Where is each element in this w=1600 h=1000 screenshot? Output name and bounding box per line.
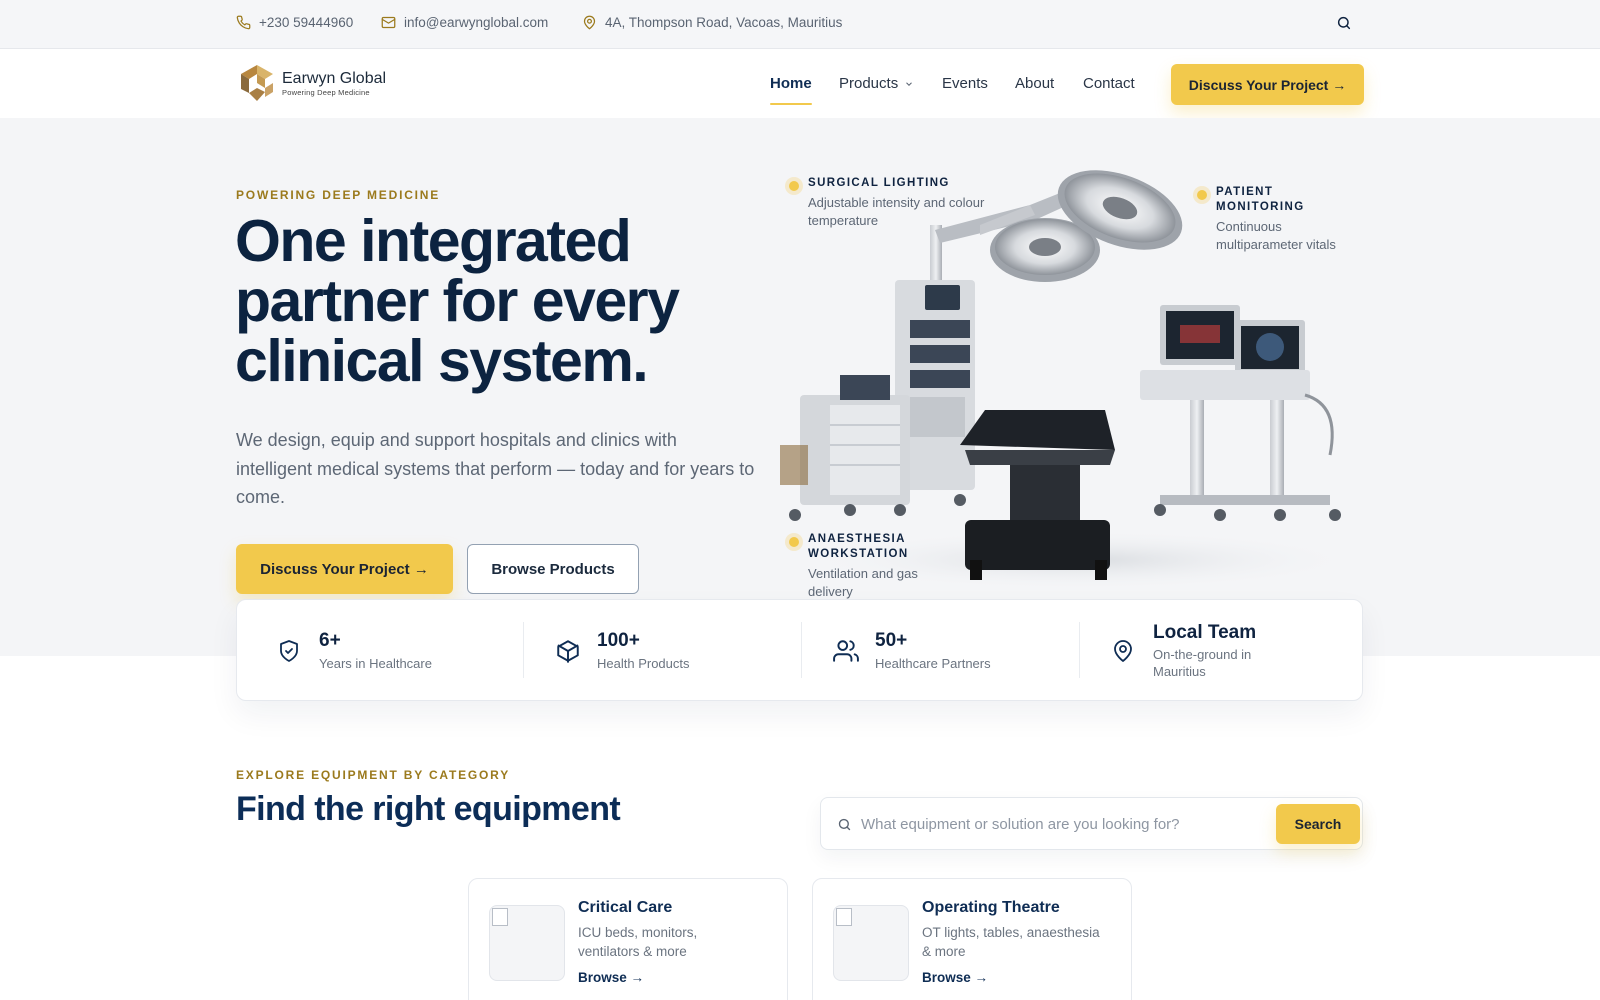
category-card-title: Critical Care xyxy=(578,899,673,916)
operating-table xyxy=(960,410,1115,580)
category-browse-link[interactable]: Browse → xyxy=(578,970,644,985)
browse-products-button[interactable]: Browse Products xyxy=(467,544,639,594)
brand-name: Earwyn Global xyxy=(282,69,387,87)
callout-title: ANAESTHESIA WORKSTATION xyxy=(808,533,909,560)
mail-icon xyxy=(381,16,396,29)
stat-label: Health Products xyxy=(597,656,690,671)
top-search-button[interactable] xyxy=(1336,15,1352,31)
stat-label: Years in Healthcare xyxy=(319,656,432,671)
callout-desc: Adjustable intensity and colour temperat… xyxy=(808,195,985,228)
stat-value: 50+ xyxy=(875,630,908,651)
hero-title: One integrated partner for every clinica… xyxy=(235,208,680,394)
anaesthesia-workstation xyxy=(780,280,975,521)
category-image xyxy=(833,905,909,981)
callout-title: SURGICAL LIGHTING xyxy=(808,177,950,189)
nav-products[interactable]: Products xyxy=(839,75,914,92)
stat-local-team: Local Team On-the-ground in Mauritius xyxy=(1071,600,1349,700)
search-icon xyxy=(1337,16,1351,30)
category-card-critical-care[interactable]: Critical Care ICU beds, monitors, ventil… xyxy=(468,878,788,1000)
stat-years: 6+ Years in Healthcare xyxy=(237,600,515,700)
category-title: Find the right equipment xyxy=(236,790,621,828)
stat-partners: 50+ Healthcare Partners xyxy=(793,600,1071,700)
callout-surgical-lighting: SURGICAL LIGHTING Adjustable intensity a… xyxy=(789,176,1013,230)
brand-tagline: Powering Deep Medicine xyxy=(282,87,370,97)
callout-dot xyxy=(1197,190,1207,200)
nav-home[interactable]: Home xyxy=(770,75,812,105)
hero-lead: We design, equip and support hospitals a… xyxy=(236,430,755,507)
stat-value: 6+ xyxy=(319,630,341,651)
stat-label: Healthcare Partners xyxy=(875,656,991,671)
category-card-desc: OT lights, tables, anaesthesia & more xyxy=(922,925,1100,959)
callout-title: PATIENT MONITORING xyxy=(1216,186,1305,213)
top-info-bar: +230 59444960 info@earwynglobal.com 4A, … xyxy=(0,0,1600,49)
callout-patient-monitoring: PATIENT MONITORING Continuous multiparam… xyxy=(1197,185,1366,254)
address-text: 4A, Thompson Road, Vacoas, Mauritius xyxy=(605,15,843,30)
map-pin-icon xyxy=(583,15,596,30)
category-eyebrow: EXPLORE EQUIPMENT BY CATEGORY xyxy=(236,768,511,782)
callout-dot xyxy=(789,181,799,191)
callout-desc: Ventilation and gas delivery xyxy=(808,566,918,599)
map-pin-icon xyxy=(1114,640,1132,662)
phone-icon xyxy=(236,15,251,30)
address-contact[interactable]: 4A, Thompson Road, Vacoas, Mauritius xyxy=(582,15,842,30)
callout-desc: Continuous multiparameter vitals xyxy=(1216,219,1336,252)
search-icon xyxy=(838,818,851,831)
nav-contact[interactable]: Contact xyxy=(1083,75,1135,92)
hero-discuss-project-button[interactable]: Discuss Your Project → xyxy=(236,544,453,594)
callout-dot xyxy=(789,537,799,547)
nav-discuss-project-button[interactable]: Discuss Your Project → xyxy=(1171,64,1364,105)
box-icon xyxy=(557,640,579,663)
stat-value: Local Team xyxy=(1153,622,1257,643)
equipment-search-input[interactable] xyxy=(861,810,1261,838)
page: +230 59444960 info@earwynglobal.com 4A, … xyxy=(0,0,1600,1000)
patient-monitoring-station xyxy=(1140,305,1341,521)
stat-value: 100+ xyxy=(597,630,640,651)
email-address: info@earwynglobal.com xyxy=(404,15,549,30)
main-navigation: Earwyn Global Powering Deep Medicine Hom… xyxy=(0,49,1600,118)
chevron-down-icon xyxy=(906,81,913,86)
logo-mark-icon xyxy=(241,65,273,101)
phone-number: +230 59444960 xyxy=(259,15,354,30)
search-button[interactable]: Search xyxy=(1276,804,1360,844)
phone-contact[interactable]: +230 59444960 xyxy=(236,15,353,30)
category-card-desc: ICU beds, monitors, ventilators & more xyxy=(578,925,698,959)
hero-eyebrow: POWERING DEEP MEDICINE xyxy=(236,188,441,202)
category-card-title: Operating Theatre xyxy=(922,899,1060,916)
stats-bar: 6+ Years in Healthcare 100+ Health Produ… xyxy=(236,599,1363,701)
category-browse-link[interactable]: Browse → xyxy=(922,970,988,985)
stat-label: On-the-ground in Mauritius xyxy=(1153,647,1252,679)
callout-anaesthesia-workstation: ANAESTHESIA WORKSTATION Ventilation and … xyxy=(789,532,958,601)
nav-events[interactable]: Events xyxy=(942,75,988,92)
category-image xyxy=(489,905,565,981)
category-card-operating-theatre[interactable]: Operating Theatre OT lights, tables, ana… xyxy=(812,878,1132,1000)
equipment-search: Search xyxy=(820,797,1363,850)
email-contact[interactable]: info@earwynglobal.com xyxy=(381,15,548,30)
nav-about[interactable]: About xyxy=(1015,75,1054,92)
nav-products-label: Products xyxy=(839,75,899,92)
shield-check-icon xyxy=(280,640,298,662)
users-icon xyxy=(833,640,859,662)
brand-logo[interactable]: Earwyn Global Powering Deep Medicine xyxy=(238,63,386,103)
stat-products: 100+ Health Products xyxy=(515,600,793,700)
